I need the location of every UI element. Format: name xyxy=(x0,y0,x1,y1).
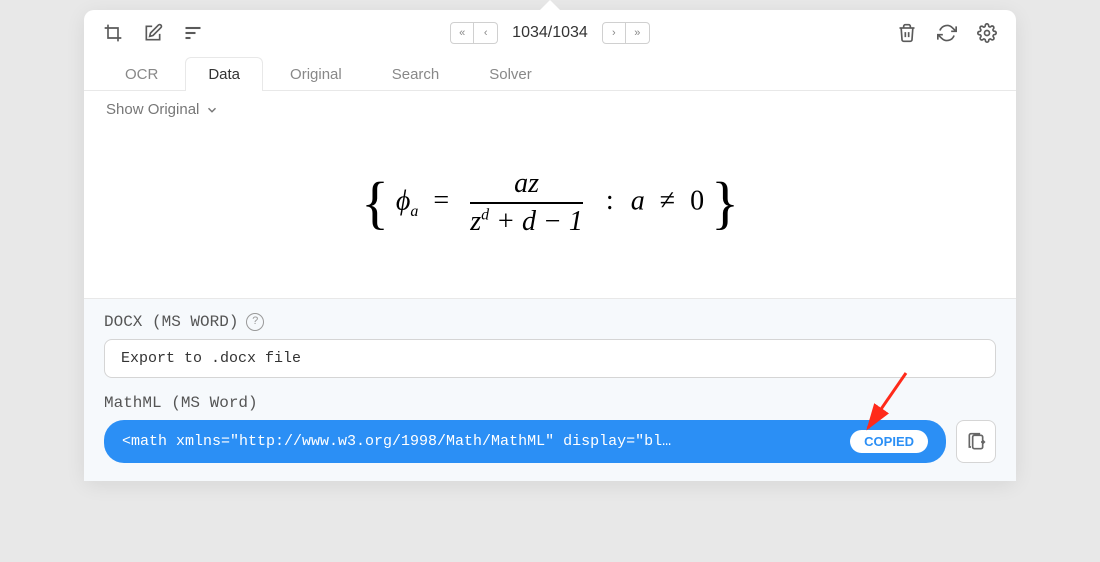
gear-icon[interactable] xyxy=(976,22,998,44)
tab-data[interactable]: Data xyxy=(185,57,263,91)
nav-next-button[interactable]: › xyxy=(602,22,626,44)
export-docx-button[interactable]: Export to .docx file xyxy=(104,339,996,378)
mathml-content: <math xmlns="http://www.w3.org/1998/Math… xyxy=(122,433,840,450)
nav-prev-button[interactable]: ‹ xyxy=(474,22,498,44)
tab-solver[interactable]: Solver xyxy=(466,57,555,91)
mathml-section-label: MathML (MS Word) xyxy=(104,394,996,412)
tab-bar: OCR Data Original Search Solver xyxy=(84,56,1016,91)
nav-last-button[interactable]: » xyxy=(626,22,650,44)
tab-ocr[interactable]: OCR xyxy=(102,57,181,91)
popover-notch xyxy=(538,0,562,12)
docx-section-label: DOCX (MS WORD) ? xyxy=(104,313,996,331)
tab-search[interactable]: Search xyxy=(369,57,463,91)
mathml-copy-box[interactable]: <math xmlns="http://www.w3.org/1998/Math… xyxy=(104,420,946,463)
refresh-icon[interactable] xyxy=(936,22,958,44)
nav-first-button[interactable]: « xyxy=(450,22,474,44)
show-original-toggle[interactable]: Show Original xyxy=(84,91,1016,128)
crop-icon[interactable] xyxy=(102,22,124,44)
tab-original[interactable]: Original xyxy=(267,57,365,91)
sort-icon[interactable] xyxy=(182,22,204,44)
help-icon[interactable]: ? xyxy=(246,313,264,331)
chevron-down-icon xyxy=(205,103,219,117)
page-counter: 1034/1034 xyxy=(508,24,592,42)
copied-badge: COPIED xyxy=(850,430,928,453)
edit-icon[interactable] xyxy=(142,22,164,44)
trash-icon[interactable] xyxy=(896,22,918,44)
clipboard-icon[interactable] xyxy=(956,420,996,463)
show-original-label: Show Original xyxy=(106,101,199,118)
formula-display: { ϕa = az zd + d − 1 : a ≠ 0 } xyxy=(84,128,1016,298)
